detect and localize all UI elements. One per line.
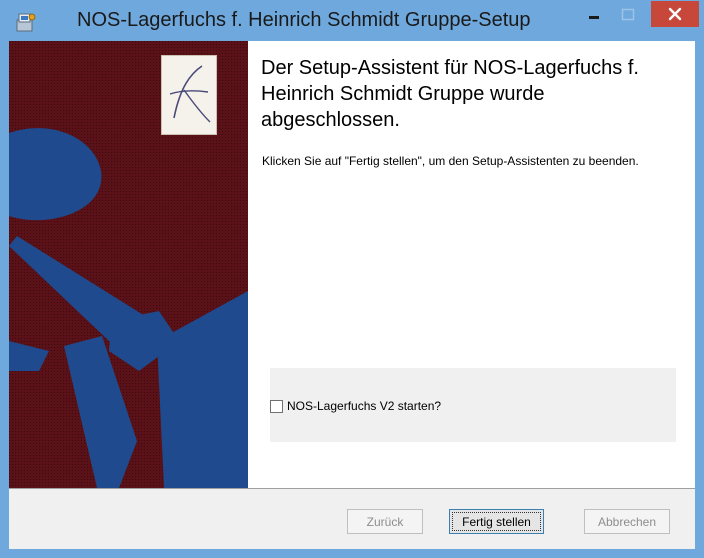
wizard-banner — [9, 41, 248, 488]
back-button[interactable]: Zurück — [347, 509, 423, 534]
launch-option-panel: NOS-Lagerfuchs V2 starten? — [270, 368, 676, 442]
completion-description: Klicken Sie auf "Fertig stellen", um den… — [262, 154, 639, 168]
minimize-icon — [589, 16, 599, 19]
wizard-client-area: Der Setup-Assistent für NOS-Lagerfuchs f… — [9, 41, 695, 549]
completion-heading: Der Setup-Assistent für NOS-Lagerfuchs f… — [261, 57, 639, 131]
launch-checkbox[interactable] — [270, 399, 283, 413]
wizard-content: Der Setup-Assistent für NOS-Lagerfuchs f… — [248, 41, 695, 488]
cancel-button[interactable]: Abbrechen — [584, 509, 670, 534]
finish-button-label: Fertig stellen — [462, 514, 531, 529]
launch-checkbox-row[interactable]: NOS-Lagerfuchs V2 starten? — [270, 399, 441, 413]
maximize-icon — [621, 8, 635, 21]
title-bar[interactable]: NOS-Lagerfuchs f. Heinrich Schmidt Grupp… — [1, 1, 703, 41]
minimize-button[interactable] — [579, 1, 609, 29]
window-title: NOS-Lagerfuchs f. Heinrich Schmidt Grupp… — [77, 9, 531, 31]
close-icon — [668, 7, 682, 21]
finish-button[interactable]: Fertig stellen — [449, 509, 544, 534]
lagerfuchs-logo-icon — [161, 55, 217, 135]
launch-checkbox-label: NOS-Lagerfuchs V2 starten? — [287, 399, 442, 413]
setup-window: NOS-Lagerfuchs f. Heinrich Schmidt Grupp… — [0, 0, 704, 558]
installer-icon — [15, 11, 37, 33]
wizard-footer: Zurück Fertig stellen Abbrechen — [9, 489, 695, 549]
maximize-button[interactable] — [613, 1, 643, 29]
close-button[interactable] — [651, 1, 699, 27]
